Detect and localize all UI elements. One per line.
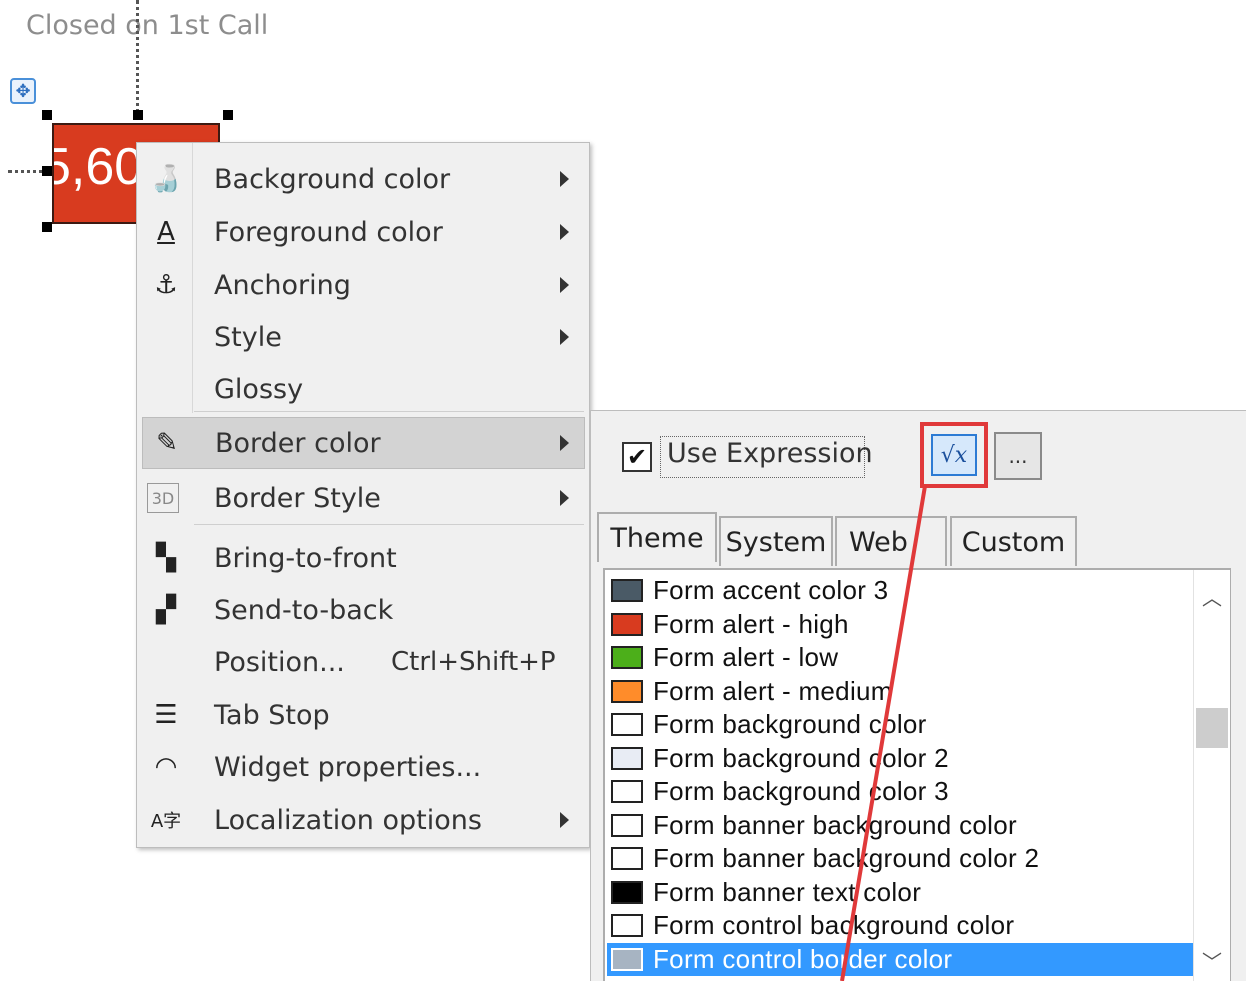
callout-line	[840, 485, 927, 981]
callout-arrow-line	[840, 485, 927, 981]
